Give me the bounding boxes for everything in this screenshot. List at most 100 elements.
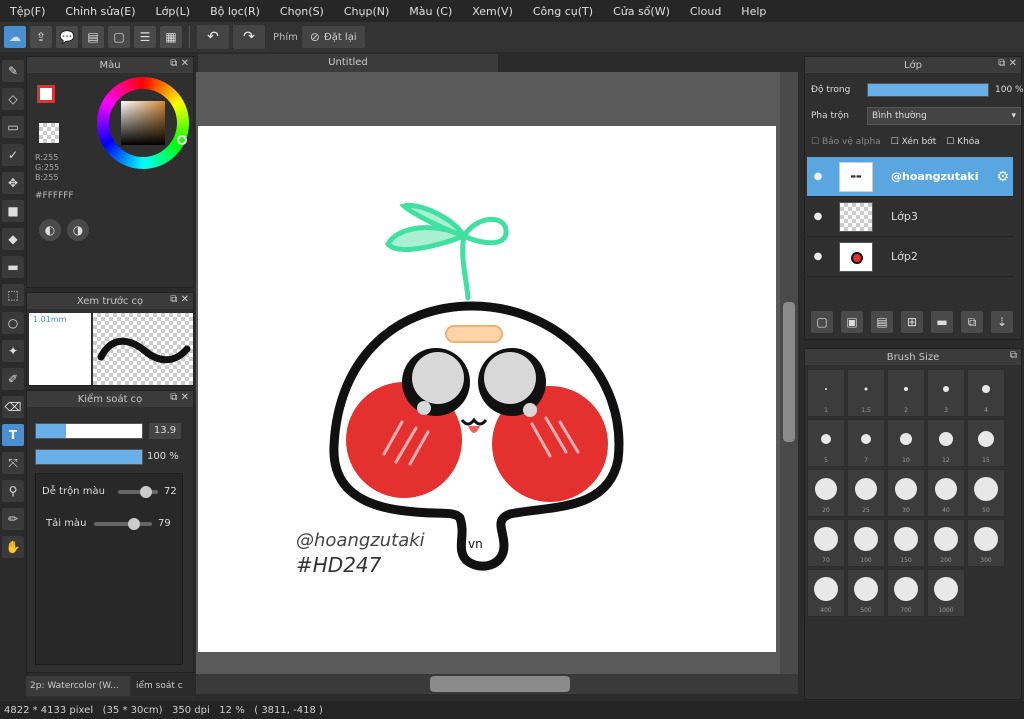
color-square[interactable] bbox=[121, 101, 165, 145]
foreground-swatch[interactable] bbox=[37, 85, 55, 103]
brush-size-cell[interactable]: 1.5 bbox=[847, 369, 885, 417]
list-icon[interactable]: ☰ bbox=[134, 26, 156, 48]
menu-item-4[interactable]: Chọn(S) bbox=[270, 5, 334, 18]
color-history-icon[interactable]: ◑ bbox=[67, 219, 89, 241]
cloud-icon[interactable]: ☁ bbox=[4, 26, 26, 48]
text-tool-icon[interactable]: T bbox=[2, 424, 24, 446]
menu-item-8[interactable]: Công cụ(T) bbox=[523, 5, 603, 18]
menu-item-2[interactable]: Lớp(L) bbox=[146, 5, 201, 18]
bucket-tool-icon[interactable]: ◆ bbox=[2, 228, 24, 250]
new-layer-1bit-icon[interactable]: ▤ bbox=[871, 311, 893, 333]
vertical-scrollbar[interactable] bbox=[780, 72, 798, 674]
brush-size-cell[interactable]: 1000 bbox=[927, 569, 965, 617]
panel-buttons[interactable]: ⧉ ✕ bbox=[170, 58, 189, 69]
eye-icon[interactable]: ● bbox=[807, 211, 829, 222]
hue-marker[interactable] bbox=[177, 135, 187, 145]
menu-item-5[interactable]: Chụp(N) bbox=[334, 5, 399, 18]
eyedropper-tool-icon[interactable]: ⚲ bbox=[2, 480, 24, 502]
brush-size-cell[interactable]: 25 bbox=[847, 469, 885, 517]
brush-size-cell[interactable]: 1 bbox=[807, 369, 845, 417]
panel-buttons[interactable]: ⧉ ✕ bbox=[998, 58, 1017, 69]
brush-tool-icon[interactable]: ✎ bbox=[2, 60, 24, 82]
duplicate-icon[interactable]: ⧉ bbox=[961, 311, 983, 333]
eraser-tool-icon[interactable]: ◇ bbox=[2, 88, 24, 110]
brush-size-cell[interactable]: 15 bbox=[967, 419, 1005, 467]
size-slider[interactable] bbox=[35, 423, 143, 439]
gradient-tool-icon[interactable]: ▬ bbox=[2, 256, 24, 278]
brush-size-cell[interactable]: 400 bbox=[807, 569, 845, 617]
brush-size-cell[interactable]: 2 bbox=[887, 369, 925, 417]
menu-item-9[interactable]: Cửa sổ(W) bbox=[603, 5, 680, 18]
select-pen-tool-icon[interactable]: ✐ bbox=[2, 368, 24, 390]
layer-blend-select[interactable]: Bình thường ▾ bbox=[867, 107, 1021, 125]
layer-row-lop2[interactable]: ● Lớp2 bbox=[807, 237, 1013, 277]
brush-size-cell[interactable]: 10 bbox=[887, 419, 925, 467]
layer-opacity-slider[interactable] bbox=[867, 83, 989, 97]
document-icon[interactable]: ▢ bbox=[108, 26, 130, 48]
eye-icon[interactable]: ● bbox=[807, 251, 829, 262]
new-layer-8bit-icon[interactable]: ▣ bbox=[841, 311, 863, 333]
panel-buttons[interactable]: ⧉ bbox=[1010, 350, 1017, 361]
move-tool-icon[interactable]: ✥ bbox=[2, 172, 24, 194]
brush-size-cell[interactable]: 200 bbox=[927, 519, 965, 567]
fill-rect-tool-icon[interactable]: ■ bbox=[2, 200, 24, 222]
transparent-swatch[interactable] bbox=[39, 123, 59, 143]
brush-size-cell[interactable]: 70 bbox=[807, 519, 845, 567]
brush-size-cell[interactable]: 7 bbox=[847, 419, 885, 467]
message-icon[interactable]: ▤ bbox=[82, 26, 104, 48]
tab-watercolor[interactable]: 2p: Watercolor (W... bbox=[26, 676, 130, 696]
brush-size-cell[interactable]: 50 bbox=[967, 469, 1005, 517]
drawing-canvas[interactable]: @hoangzutaki #HD247 vn bbox=[198, 126, 776, 652]
brush-size-cell[interactable]: 12 bbox=[927, 419, 965, 467]
hand-tool-icon[interactable]: ✋ bbox=[2, 536, 24, 558]
menu-item-1[interactable]: Chỉnh sửa(E) bbox=[55, 5, 145, 18]
opacity-slider[interactable] bbox=[35, 449, 143, 465]
brush-size-cell[interactable]: 700 bbox=[887, 569, 925, 617]
pen-tool-icon[interactable]: ✏ bbox=[2, 508, 24, 530]
brush-size-cell[interactable]: 150 bbox=[887, 519, 925, 567]
undo-button[interactable]: ↶ bbox=[197, 25, 229, 49]
new-layer-icon[interactable]: ▢ bbox=[811, 311, 833, 333]
select-eraser-tool-icon[interactable]: ⌫ bbox=[2, 396, 24, 418]
clip-checkbox[interactable]: ☐ Xén bớt bbox=[891, 137, 937, 147]
lasso-tool-icon[interactable]: ○ bbox=[2, 312, 24, 334]
brush-size-cell[interactable]: 30 bbox=[887, 469, 925, 517]
merge-icon[interactable]: ⇣ bbox=[991, 311, 1013, 333]
size-value[interactable]: 13.9 bbox=[149, 423, 181, 439]
brush-size-cell[interactable]: 300 bbox=[967, 519, 1005, 567]
panel-buttons[interactable]: ⧉ ✕ bbox=[170, 294, 189, 305]
horizontal-scrollbar[interactable] bbox=[196, 674, 798, 694]
select-rect-tool-icon[interactable]: ▭ bbox=[2, 116, 24, 138]
comment-icon[interactable]: 💬 bbox=[56, 26, 78, 48]
brush-size-cell[interactable]: 100 bbox=[847, 519, 885, 567]
brush-size-cell[interactable]: 20 bbox=[807, 469, 845, 517]
menu-item-3[interactable]: Bộ lọc(R) bbox=[200, 5, 270, 18]
layer-row-hoangzutaki[interactable]: ● ▬▬ @hoangzutaki ⚙ bbox=[807, 157, 1013, 197]
brush-size-cell[interactable]: 4 bbox=[967, 369, 1005, 417]
protect-alpha-checkbox[interactable]: ☐ Bảo vệ alpha bbox=[811, 137, 881, 147]
gear-icon[interactable]: ⚙ bbox=[996, 169, 1009, 185]
menu-item-10[interactable]: Cloud bbox=[680, 5, 731, 18]
color-load-slider[interactable] bbox=[94, 518, 152, 530]
export-icon[interactable]: ⇪ bbox=[30, 26, 52, 48]
lock-checkbox[interactable]: ☐ Khóa bbox=[946, 137, 980, 147]
add-layer-menu-icon[interactable]: ⊞ bbox=[901, 311, 923, 333]
eye-icon[interactable]: ● bbox=[807, 171, 829, 182]
reset-button[interactable]: ⊘ Đặt lại bbox=[301, 26, 365, 48]
brush-size-cell[interactable]: 3 bbox=[927, 369, 965, 417]
redo-button[interactable]: ↷ bbox=[233, 25, 265, 49]
tab-brush-control[interactable]: iểm soát c bbox=[132, 676, 194, 696]
blend-slider[interactable] bbox=[118, 486, 158, 498]
brush-size-cell[interactable]: 40 bbox=[927, 469, 965, 517]
menu-item-0[interactable]: Tệp(F) bbox=[0, 5, 55, 18]
brush-size-cell[interactable]: 500 bbox=[847, 569, 885, 617]
marquee-tool-icon[interactable]: ⬚ bbox=[2, 284, 24, 306]
brush-size-cell[interactable]: 5 bbox=[807, 419, 845, 467]
menu-item-7[interactable]: Xem(V) bbox=[462, 5, 523, 18]
grid-icon[interactable]: ▦ bbox=[160, 26, 182, 48]
horizontal-scroll-thumb[interactable] bbox=[430, 676, 570, 692]
vertical-scroll-thumb[interactable] bbox=[783, 302, 795, 442]
layer-row-lop3[interactable]: ● Lớp3 bbox=[807, 197, 1013, 237]
magic-wand-tool-icon[interactable]: ✦ bbox=[2, 340, 24, 362]
check-tool-icon[interactable]: ✓ bbox=[2, 144, 24, 166]
